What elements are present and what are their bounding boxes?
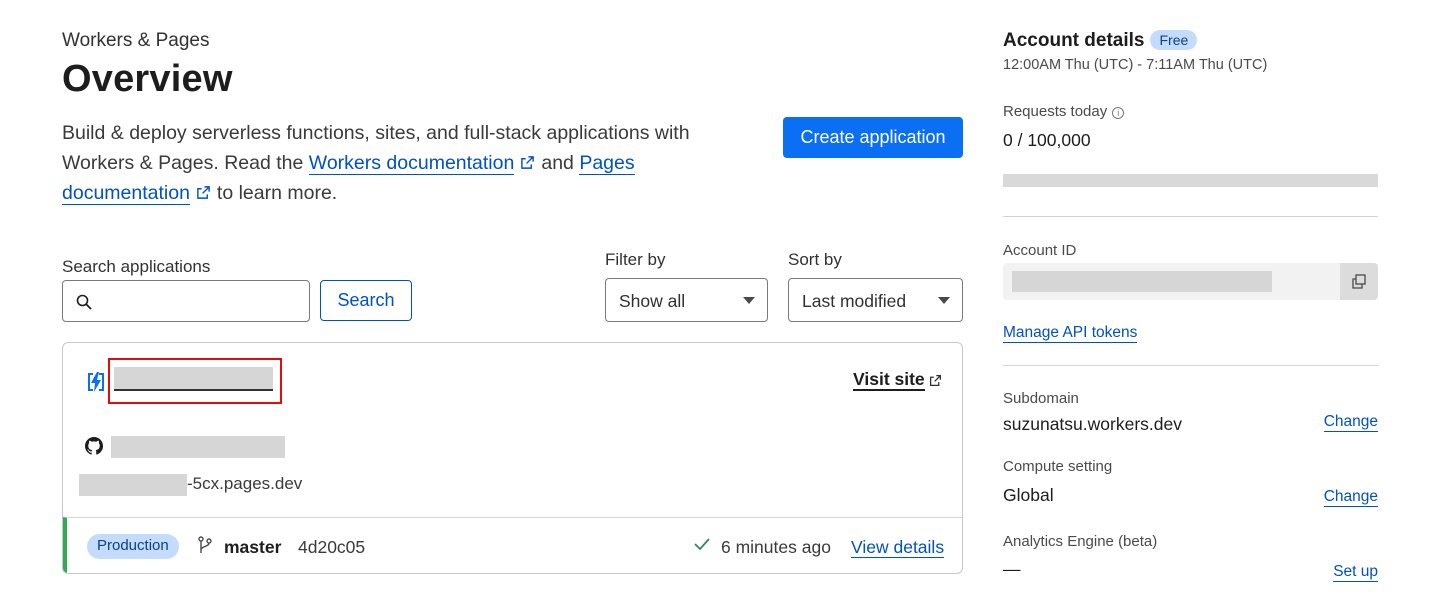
change-compute-link[interactable]: Change: [1323, 488, 1378, 507]
search-label: Search applications: [62, 257, 211, 276]
branch-icon: [198, 536, 212, 553]
highlight-box: [108, 358, 282, 404]
intro-text-part-3: to learn more.: [216, 182, 338, 204]
subdomain-value: suzunatsu.workers.dev: [1003, 414, 1182, 434]
compute-setting-value: Global: [1003, 485, 1054, 505]
filter-select[interactable]: Show all: [605, 278, 768, 322]
sort-label: Sort by: [788, 250, 842, 269]
info-icon[interactable]: i: [1112, 107, 1125, 119]
external-link-icon: [929, 374, 942, 387]
external-link-icon: [197, 186, 210, 199]
create-application-button[interactable]: Create application: [783, 117, 963, 158]
intro-text: Build & deploy serverless functions, sit…: [62, 118, 742, 208]
requests-label: Requests today i: [1003, 103, 1125, 120]
manage-api-tokens-link[interactable]: Manage API tokens: [1003, 324, 1138, 343]
search-input[interactable]: [62, 280, 310, 322]
divider: [1003, 216, 1378, 217]
github-icon: [85, 437, 103, 455]
search-icon: [76, 294, 92, 310]
account-id-label: Account ID: [1003, 242, 1077, 259]
workers-documentation-link[interactable]: Workers documentation: [308, 152, 515, 175]
commit-hash: 4d20c05: [298, 537, 366, 557]
requests-value: 0 / 100,000: [1003, 130, 1091, 150]
page-title: Overview: [62, 58, 233, 100]
deployment-row: Production master 4d20c05 6 minutes ago …: [63, 517, 962, 573]
copy-account-id-button[interactable]: [1340, 263, 1378, 300]
account-id-value: [1012, 271, 1272, 292]
change-subdomain-link[interactable]: Change: [1323, 413, 1378, 432]
chevron-down-icon: [938, 297, 950, 304]
analytics-engine-value: —: [1003, 559, 1021, 579]
sort-selected-value: Last modified: [802, 291, 907, 311]
account-details-title: Account details: [1003, 30, 1145, 51]
filter-selected-value: Show all: [619, 291, 686, 311]
requests-usage-bar: [1003, 174, 1378, 187]
divider: [1003, 365, 1378, 366]
check-icon: [694, 538, 710, 551]
chevron-down-icon: [743, 297, 755, 304]
subdomain-label: Subdomain: [1003, 390, 1079, 407]
time-range: 12:00AM Thu (UTC) - 7:11AM Thu (UTC): [1003, 57, 1268, 73]
filter-label: Filter by: [605, 250, 666, 269]
branch-name: master: [224, 537, 282, 557]
environment-badge: Production: [87, 534, 179, 559]
plan-badge: Free: [1150, 30, 1198, 50]
search-button[interactable]: Search: [320, 280, 412, 321]
visit-site-link[interactable]: Visit site: [853, 369, 925, 391]
account-id-field: [1003, 263, 1378, 300]
domain-suffix: -5cx.pages.dev: [187, 474, 303, 493]
view-details-link[interactable]: View details: [851, 537, 945, 558]
intro-text-part-2: and: [541, 152, 574, 174]
worker-icon: [88, 372, 104, 392]
analytics-engine-label: Analytics Engine (beta): [1003, 533, 1158, 550]
analytics-setup-link[interactable]: Set up: [1333, 563, 1378, 582]
breadcrumb: Workers & Pages: [62, 30, 210, 51]
sort-select[interactable]: Last modified: [788, 278, 963, 322]
account-sidebar: Account details Free 12:00AM Thu (UTC) - …: [1003, 30, 1378, 582]
copy-icon: [1352, 274, 1366, 289]
repository-name[interactable]: [111, 436, 285, 458]
main-content: Workers & Pages Overview Build & deploy …: [62, 30, 964, 574]
application-card: Visit site -5cx.pages.dev Production mas…: [62, 342, 963, 574]
requests-label-text: Requests today: [1003, 103, 1108, 120]
deployment-time: 6 minutes ago: [721, 537, 831, 557]
compute-setting-label: Compute setting: [1003, 458, 1113, 475]
domain-prefix: [79, 474, 187, 496]
external-link-icon: [521, 156, 535, 169]
